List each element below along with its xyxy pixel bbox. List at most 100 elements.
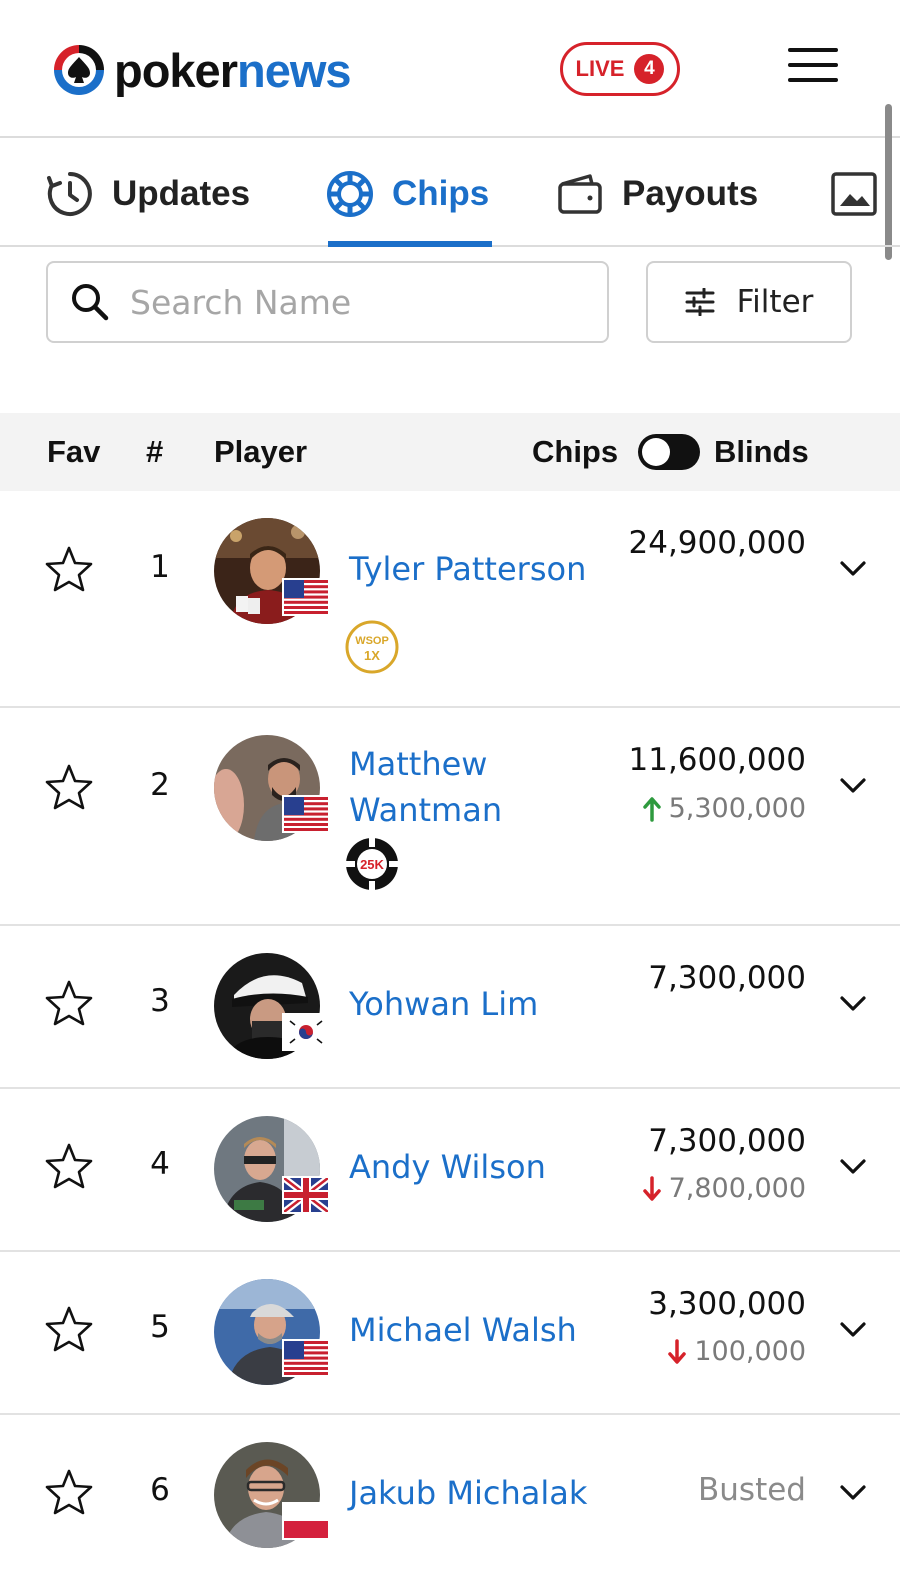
table-row[interactable]: 6 Jakub Michalak Busted: [0, 1415, 900, 1581]
player-name[interactable]: Matthew Wantman: [349, 741, 502, 833]
site-header: pokernews LIVE 4: [0, 0, 900, 138]
rank: 6: [150, 1472, 170, 1508]
search-input[interactable]: [130, 282, 570, 322]
chevron-down-icon[interactable]: [838, 994, 868, 1014]
logo-wordmark: pokernews: [114, 43, 352, 97]
arrow-down-icon: [668, 1338, 687, 1364]
pl-flag-icon: [282, 1502, 330, 1540]
kr-flag-icon: [282, 1013, 330, 1051]
chevron-down-icon[interactable]: [838, 1320, 868, 1340]
rank: 3: [150, 983, 170, 1019]
rank: 4: [150, 1146, 170, 1182]
rank: 5: [150, 1309, 170, 1345]
table-row[interactable]: 3 Yohwan Lim 7,300,000: [0, 926, 900, 1089]
pokernews-logo[interactable]: pokernews: [52, 40, 352, 100]
live-button[interactable]: LIVE 4: [560, 42, 680, 96]
live-label: LIVE: [575, 56, 625, 81]
chip-count: 7,300,000: [648, 1123, 806, 1159]
uk-flag-icon: [282, 1176, 330, 1214]
rank: 2: [150, 767, 170, 803]
col-rank[interactable]: #: [146, 413, 163, 491]
favorite-star-icon[interactable]: [44, 1142, 94, 1190]
tab-updates-label: Updates: [112, 173, 251, 213]
table-header: Fav # Player Chips Blinds: [0, 413, 900, 491]
tab-chips-label: Chips: [392, 173, 490, 213]
favorite-star-icon[interactable]: [44, 545, 94, 593]
table-row[interactable]: 2 Matthew Wantman 25K 11,600,000 5,300,0…: [0, 708, 900, 926]
chip-count: 24,900,000: [628, 525, 807, 561]
toggle-knob: [642, 438, 670, 466]
search-box[interactable]: [46, 261, 609, 343]
rank: 1: [150, 549, 170, 585]
tab-gallery[interactable]: [830, 140, 878, 247]
player-name-line: Michael Walsh: [349, 1311, 577, 1349]
sliders-icon: [685, 288, 715, 316]
player-name-line: Yohwan Lim: [349, 985, 539, 1023]
player-name-line: Jakub Michalak: [349, 1474, 588, 1512]
chip-change-value: 100,000: [694, 1336, 806, 1367]
filter-button[interactable]: Filter: [646, 261, 852, 343]
live-count-badge: 4: [634, 54, 665, 84]
history-icon: [47, 171, 92, 216]
svg-text:WSOP: WSOP: [355, 635, 389, 647]
25k-badge-text: 25K: [360, 857, 384, 872]
us-flag-icon: [282, 1339, 330, 1377]
menu-icon[interactable]: [788, 48, 838, 88]
filter-label: Filter: [736, 284, 814, 320]
table-row[interactable]: 5 Michael Walsh 3,300,000 100,000: [0, 1252, 900, 1415]
search-icon: [72, 284, 109, 321]
tab-payouts[interactable]: Payouts: [556, 140, 758, 247]
us-flag-icon: [282, 795, 330, 833]
gallery-icon: [831, 171, 877, 216]
tab-updates[interactable]: Updates: [46, 140, 250, 247]
chevron-down-icon[interactable]: [838, 559, 868, 579]
logo-text-news: news: [237, 43, 352, 97]
table-row[interactable]: 1 Tyler Patterson WSOP 1X 24,900,000: [0, 491, 900, 708]
player-name[interactable]: Michael Walsh: [349, 1307, 577, 1353]
pokernews-logo-icon: [54, 45, 104, 95]
us-flag-icon: [282, 578, 330, 616]
chip-icon: [327, 170, 373, 217]
chips-blinds-toggle[interactable]: [638, 434, 700, 470]
chip-count: 7,300,000: [648, 960, 806, 996]
chip-change: 100,000: [668, 1336, 806, 1367]
player-name-line: Tyler Patterson: [349, 550, 587, 588]
tab-payouts-label: Payouts: [622, 173, 759, 213]
favorite-star-icon[interactable]: [44, 763, 94, 811]
col-player[interactable]: Player: [214, 413, 307, 491]
wsop-bracelet-badge-icon: WSOP 1X: [345, 620, 399, 674]
toggle-chips-label: Chips: [532, 434, 619, 469]
favorite-star-icon[interactable]: [44, 1468, 94, 1516]
toggle-blinds-label: Blinds: [714, 434, 809, 469]
logo-text-poker: poker: [114, 43, 238, 97]
player-name-line: Andy Wilson: [349, 1148, 546, 1186]
wallet-icon: [558, 173, 602, 214]
player-name[interactable]: Yohwan Lim: [349, 981, 538, 1027]
chip-change: 5,300,000: [642, 793, 806, 824]
svg-text:1X: 1X: [364, 648, 380, 663]
active-tab-indicator: [328, 241, 492, 247]
player-name[interactable]: Jakub Michalak: [349, 1470, 587, 1516]
chip-count: 3,300,000: [648, 1286, 806, 1322]
busted-status: Busted: [698, 1472, 806, 1508]
tab-bar: Updates Chips Payouts: [0, 140, 900, 247]
chevron-down-icon[interactable]: [838, 776, 868, 796]
tab-chips[interactable]: Chips: [326, 140, 489, 247]
chip-change-value: 7,800,000: [668, 1173, 806, 1204]
chip-change-value: 5,300,000: [668, 793, 806, 824]
favorite-star-icon[interactable]: [44, 1305, 94, 1353]
arrow-down-icon: [642, 1175, 661, 1201]
player-name[interactable]: Tyler Patterson: [349, 546, 586, 592]
25k-chip-badge-icon: 25K: [346, 838, 398, 890]
col-fav: Fav: [47, 434, 101, 469]
arrow-up-icon: [642, 796, 661, 822]
chevron-down-icon[interactable]: [838, 1483, 868, 1503]
table-row[interactable]: 4 Andy Wilson 7,300,000 7,800,000: [0, 1089, 900, 1252]
favorite-star-icon[interactable]: [44, 979, 94, 1027]
chip-count: 11,600,000: [628, 742, 807, 778]
player-name-line: Wantman: [349, 791, 503, 829]
player-name-line: Matthew: [349, 745, 488, 783]
player-name[interactable]: Andy Wilson: [349, 1144, 546, 1190]
chevron-down-icon[interactable]: [838, 1157, 868, 1177]
chip-change: 7,800,000: [642, 1173, 806, 1204]
